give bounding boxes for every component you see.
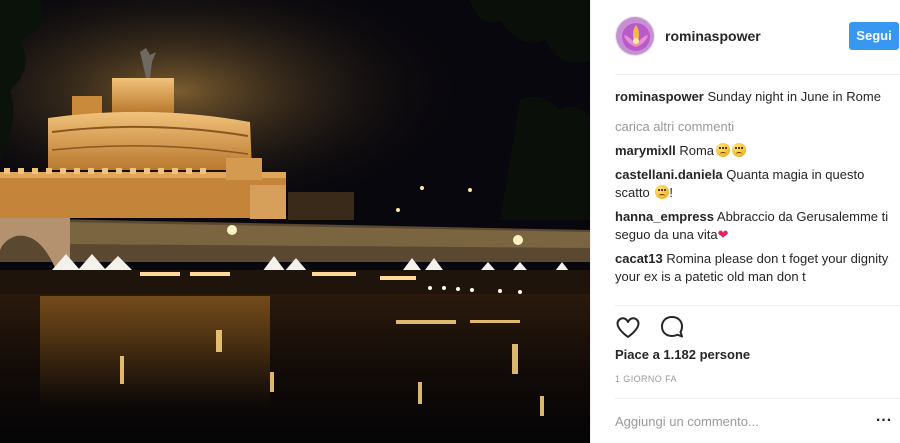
red-heart-icon: ❤ (717, 227, 729, 242)
comment-username[interactable]: hanna_empress (615, 209, 714, 224)
comment-item: cacat13 Romina please don t foget your d… (615, 250, 895, 286)
kissing-face-icon (655, 185, 670, 199)
castel-sant-angelo-night-photo (0, 0, 590, 443)
comment-username[interactable]: marymixll (615, 143, 676, 158)
comment-username[interactable]: castellani.daniela (615, 167, 723, 182)
comment-bubble-icon[interactable] (657, 312, 687, 342)
weary-face-icon (716, 143, 731, 157)
avatar-image (616, 17, 654, 55)
comment-box-divider (615, 398, 900, 399)
header-username[interactable]: rominaspower (665, 28, 761, 44)
weary-face-icon (732, 143, 747, 157)
comment-username[interactable]: cacat13 (615, 251, 663, 266)
post-photo[interactable] (0, 0, 590, 443)
post-side-panel: rominaspower Segui rominaspower Sunday n… (590, 0, 900, 443)
comment-suffix: ! (669, 185, 673, 200)
comments-list: rominaspower Sunday night in June in Rom… (615, 88, 895, 292)
comment-item: hanna_empress Abbraccio da Gerusalemme t… (615, 208, 895, 244)
comment-item: marymixll Roma (615, 142, 895, 160)
post-caption: rominaspower Sunday night in June in Rom… (615, 88, 895, 106)
caption-text: Sunday night in June in Rome (707, 89, 881, 104)
actions-divider (615, 305, 900, 306)
comment-item: castellani.daniela Quanta magia in quest… (615, 166, 895, 202)
post-actions (613, 312, 687, 342)
header-divider (615, 74, 900, 75)
avatar[interactable] (615, 16, 655, 56)
load-more-comments-link[interactable]: carica altri commenti (615, 118, 895, 136)
follow-button[interactable]: Segui (849, 22, 899, 50)
caption-username[interactable]: rominaspower (615, 89, 704, 104)
comment-text: Roma (679, 143, 715, 158)
more-options-button[interactable]: ... (873, 409, 895, 432)
likes-count[interactable]: Piace a 1.182 persone (615, 347, 750, 362)
add-comment-input[interactable] (615, 410, 865, 432)
post-timestamp[interactable]: 1 GIORNO FA (615, 374, 677, 384)
instagram-post: rominaspower Segui rominaspower Sunday n… (0, 0, 900, 443)
post-header: rominaspower Segui (591, 0, 900, 74)
heart-icon[interactable] (613, 312, 643, 342)
